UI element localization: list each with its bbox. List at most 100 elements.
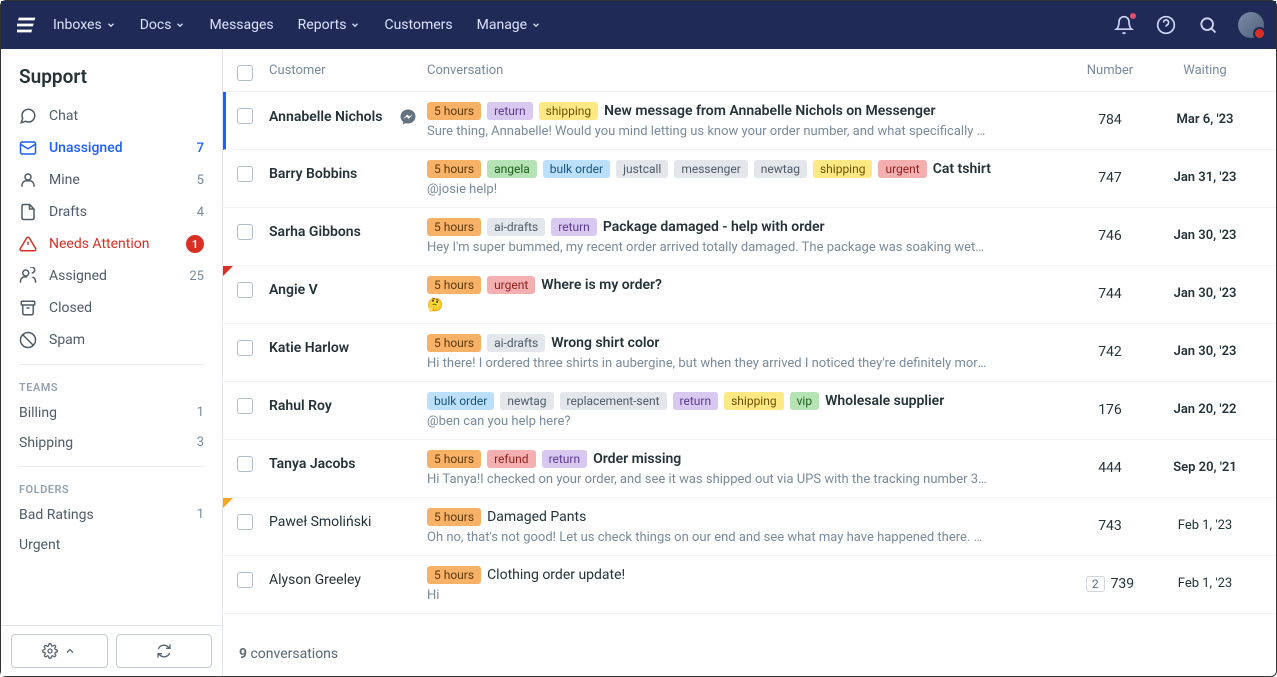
- col-number[interactable]: Number: [1070, 63, 1150, 78]
- sidebar-item-spam[interactable]: Spam: [1, 324, 222, 356]
- sidebar-item-drafts[interactable]: Drafts4: [1, 196, 222, 228]
- chat-icon: [19, 107, 37, 125]
- inbox-title: Support: [1, 49, 222, 100]
- row-checkbox[interactable]: [237, 398, 253, 414]
- row-checkbox[interactable]: [237, 166, 253, 182]
- tag[interactable]: return: [551, 218, 597, 236]
- customer-name: Barry Bobbins: [269, 160, 427, 182]
- col-conversation[interactable]: Conversation: [427, 63, 1070, 78]
- col-customer[interactable]: Customer: [269, 63, 427, 78]
- tag[interactable]: ai-drafts: [487, 218, 545, 236]
- tag[interactable]: newtag: [500, 392, 553, 410]
- conversation-row[interactable]: Angie V5 hoursurgentWhere is my order?🤔7…: [223, 266, 1276, 324]
- chevron-down-icon: [106, 20, 116, 30]
- conversation-row[interactable]: Sarha Gibbons5 hoursai-draftsreturnPacka…: [223, 208, 1276, 266]
- col-waiting[interactable]: Waiting: [1150, 63, 1260, 78]
- tag[interactable]: shipping: [724, 392, 783, 410]
- team-shipping[interactable]: Shipping3: [1, 428, 222, 458]
- folder-bad-ratings[interactable]: Bad Ratings1: [1, 500, 222, 530]
- alert-icon: [19, 235, 37, 253]
- sidebar-item-needs-attention[interactable]: Needs Attention1: [1, 228, 222, 260]
- tag[interactable]: bulk order: [427, 392, 494, 410]
- tag[interactable]: 5 hours: [427, 276, 481, 294]
- customer-name: Alyson Greeley: [269, 566, 427, 588]
- file-icon: [19, 203, 37, 221]
- tag[interactable]: ai-drafts: [487, 334, 545, 352]
- waiting-date: Jan 20, '22: [1150, 392, 1260, 417]
- tag[interactable]: vip: [790, 392, 819, 410]
- tag[interactable]: return: [673, 392, 719, 410]
- conversation-number: 747: [1070, 160, 1150, 186]
- row-checkbox[interactable]: [237, 108, 253, 124]
- tag[interactable]: newtag: [754, 160, 807, 178]
- user-avatar[interactable]: [1238, 12, 1264, 38]
- conversation-row[interactable]: Alyson Greeley5 hoursClothing order upda…: [223, 556, 1276, 614]
- nav-docs[interactable]: Docs: [140, 17, 186, 33]
- nav-manage[interactable]: Manage: [477, 17, 541, 33]
- sidebar-item-chat[interactable]: Chat: [1, 100, 222, 132]
- conversation-row[interactable]: Rahul Roybulk order newtag replacement-sen…: [223, 382, 1276, 440]
- tag[interactable]: 5 hours: [427, 218, 481, 236]
- row-checkbox[interactable]: [237, 572, 253, 588]
- nav-inboxes[interactable]: Inboxes: [53, 17, 116, 33]
- help-icon[interactable]: [1154, 13, 1178, 37]
- tag[interactable]: 5 hours: [427, 102, 481, 120]
- tag[interactable]: 5 hours: [427, 160, 481, 178]
- sidebar-item-mine[interactable]: Mine5: [1, 164, 222, 196]
- customer-name: Rahul Roy: [269, 392, 427, 414]
- tag[interactable]: angela: [487, 160, 537, 178]
- subject: Package damaged - help with order: [603, 219, 825, 235]
- subject: New message from Annabelle Nichols on Me…: [604, 103, 935, 119]
- tag[interactable]: shipping: [813, 160, 872, 178]
- conversation-row[interactable]: Tanya Jacobs5 hoursrefundreturnOrder mis…: [223, 440, 1276, 498]
- tag[interactable]: 5 hours: [427, 450, 481, 468]
- priority-marker: [223, 266, 233, 276]
- conversation-row[interactable]: Paweł Smoliński5 hoursDamaged PantsOh no…: [223, 498, 1276, 556]
- conversation-row[interactable]: Katie Harlow5 hoursai-draftsWrong shirt …: [223, 324, 1276, 382]
- customer-name: Paweł Smoliński: [269, 508, 427, 530]
- tag[interactable]: return: [487, 102, 533, 120]
- chevron-down-icon: [531, 20, 541, 30]
- notifications-icon[interactable]: [1112, 13, 1136, 37]
- tag[interactable]: 5 hours: [427, 334, 481, 352]
- tag[interactable]: urgent: [878, 160, 926, 178]
- tag[interactable]: justcall: [616, 160, 668, 178]
- subject: Wrong shirt color: [551, 335, 659, 351]
- conversation-row[interactable]: Barry Bobbins5 hours angela bulk order just…: [223, 150, 1276, 208]
- select-all-checkbox[interactable]: [237, 65, 253, 81]
- sidebar-item-closed[interactable]: Closed: [1, 292, 222, 324]
- row-checkbox[interactable]: [237, 224, 253, 240]
- row-checkbox[interactable]: [237, 514, 253, 530]
- users-icon: [19, 267, 37, 285]
- nav-messages[interactable]: Messages: [209, 17, 273, 33]
- tag[interactable]: messenger: [674, 160, 747, 178]
- tag[interactable]: replacement-sent: [560, 392, 667, 410]
- refresh-button[interactable]: [116, 634, 213, 668]
- tag[interactable]: urgent: [487, 276, 535, 294]
- tag[interactable]: refund: [487, 450, 536, 468]
- preview: Hi there! I ordered three shirts in aube…: [427, 356, 987, 371]
- tag[interactable]: bulk order: [543, 160, 610, 178]
- team-billing[interactable]: Billing1: [1, 398, 222, 428]
- tag[interactable]: 5 hours: [427, 566, 481, 584]
- conversation-row[interactable]: Annabelle Nichols5 hoursreturnshippingNe…: [223, 92, 1276, 150]
- nav-reports[interactable]: Reports: [298, 17, 361, 33]
- sidebar-item-unassigned[interactable]: Unassigned7: [1, 132, 222, 164]
- customer-name: Tanya Jacobs: [269, 450, 427, 472]
- folder-urgent[interactable]: Urgent: [1, 530, 222, 560]
- row-checkbox[interactable]: [237, 282, 253, 298]
- settings-button[interactable]: [11, 634, 108, 668]
- search-icon[interactable]: [1196, 13, 1220, 37]
- nav-customers[interactable]: Customers: [384, 17, 452, 33]
- tag[interactable]: shipping: [539, 102, 598, 120]
- logo-icon[interactable]: [17, 13, 41, 37]
- conversation-number: 742: [1070, 334, 1150, 360]
- subject: Cat tshirt: [933, 161, 991, 177]
- spam-icon: [19, 331, 37, 349]
- row-checkbox[interactable]: [237, 456, 253, 472]
- tag[interactable]: 5 hours: [427, 508, 481, 526]
- user-icon: [19, 171, 37, 189]
- tag[interactable]: return: [542, 450, 588, 468]
- sidebar-item-assigned[interactable]: Assigned25: [1, 260, 222, 292]
- row-checkbox[interactable]: [237, 340, 253, 356]
